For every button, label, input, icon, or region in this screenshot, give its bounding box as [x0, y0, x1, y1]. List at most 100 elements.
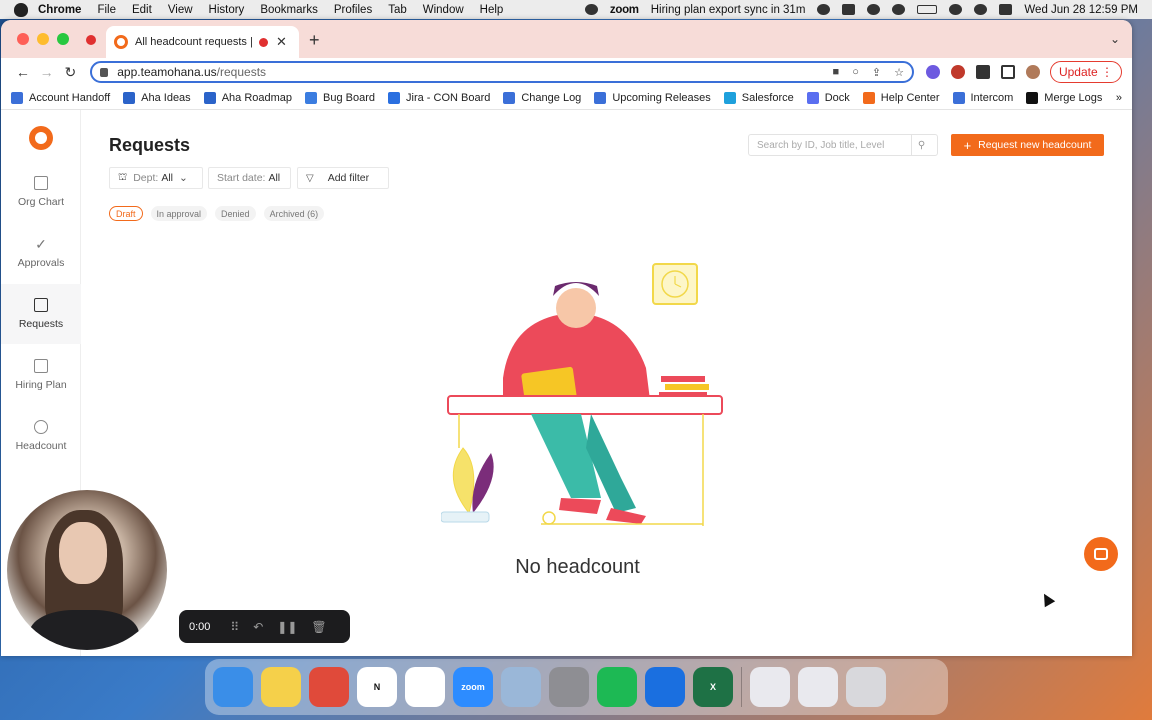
bookmark-item[interactable]: Change Log	[503, 91, 581, 104]
menu-profiles[interactable]: Profiles	[334, 4, 372, 16]
tab-requests[interactable]: All headcount requests | Te ✕	[106, 26, 299, 58]
dock-excel-icon[interactable]: X	[693, 667, 733, 707]
menu-history[interactable]: History	[209, 4, 245, 16]
battery-icon[interactable]	[917, 5, 938, 14]
menu-window[interactable]: Window	[423, 4, 464, 16]
bookmark-label: Salesforce	[741, 91, 794, 104]
status-tab-draft[interactable]: Draft	[109, 206, 143, 221]
shield-icon[interactable]	[817, 4, 831, 15]
bookmark-favicon-icon	[1026, 91, 1039, 104]
puzzle-icon[interactable]	[975, 65, 990, 79]
bookmark-item[interactable]: Merge Logs	[1026, 91, 1102, 104]
zoom-lens-icon[interactable]: ○	[852, 66, 859, 79]
intercom-chat-button[interactable]	[1084, 537, 1118, 571]
bookmark-item[interactable]: Upcoming Releases	[594, 91, 711, 104]
menu-help[interactable]: Help	[480, 4, 504, 16]
tab-search-chevron-icon[interactable]: ⌄	[1110, 32, 1120, 46]
close-window-button[interactable]	[17, 33, 29, 45]
dept-filter[interactable]: ⛫ Dept: All ⌄	[109, 167, 203, 189]
address-bar[interactable]: app.teamohana.us/requests ■ ○ ⇪ ☆	[90, 61, 914, 83]
control-center-icon[interactable]	[999, 4, 1013, 15]
bookmarks-overflow-icon[interactable]: »	[1116, 92, 1122, 104]
camera-icon[interactable]: ■	[833, 66, 840, 79]
reminder-notification[interactable]: Hiring plan export sync in 31m	[651, 4, 806, 16]
bookmark-item[interactable]: Bug Board	[305, 91, 375, 104]
chrome-update-button[interactable]: Update ⋮	[1049, 61, 1122, 83]
share-icon[interactable]: ⇪	[872, 66, 881, 79]
search-input[interactable]	[749, 139, 911, 151]
bookmark-item[interactable]: Jira - CON Board	[388, 91, 490, 104]
s-app-icon[interactable]	[842, 4, 856, 15]
spotlight-search-icon[interactable]	[974, 4, 988, 15]
sidebar-item-hiring-plan[interactable]: Hiring Plan	[1, 345, 81, 405]
menu-tab[interactable]: Tab	[388, 4, 407, 16]
side-panel-icon[interactable]	[1000, 65, 1015, 79]
menubar-clock[interactable]: Wed Jun 28 12:59 PM	[1024, 4, 1138, 16]
menu-file[interactable]: File	[97, 4, 116, 16]
menu-bookmarks[interactable]: Bookmarks	[260, 4, 318, 16]
extension-icon[interactable]	[925, 65, 940, 79]
chat-icon	[1094, 548, 1108, 560]
wifi-icon[interactable]	[949, 4, 963, 15]
dock-chrome-icon[interactable]	[309, 667, 349, 707]
undo-icon[interactable]: ↶	[253, 620, 263, 634]
dock-slack-icon[interactable]	[405, 667, 445, 707]
sidebar-item-requests[interactable]: Requests	[1, 284, 81, 344]
status-tab-archived[interactable]: Archived (6)	[263, 206, 325, 221]
main-content: Requests ⚲ + Request new headcount ⛫ Dep…	[81, 110, 1132, 656]
group-icon[interactable]	[867, 4, 881, 15]
bookmark-item[interactable]: Account Handoff	[11, 91, 110, 104]
drag-handle-icon[interactable]: ⠿	[230, 620, 239, 634]
new-tab-button[interactable]: +	[309, 30, 320, 51]
dock-finder-icon[interactable]	[213, 667, 253, 707]
dock-notes-icon[interactable]	[261, 667, 301, 707]
start-date-filter[interactable]: Start date: All	[208, 167, 291, 189]
apple-icon[interactable]	[14, 2, 28, 17]
play-icon[interactable]	[892, 4, 906, 15]
dock-chrome-app-icon[interactable]	[750, 667, 790, 707]
bookmark-item[interactable]: Dock	[806, 91, 850, 104]
webcam-bubble[interactable]	[7, 490, 167, 650]
bookmark-item[interactable]: Help Center	[862, 91, 940, 104]
search-icon[interactable]: ⚲	[911, 135, 931, 155]
maximize-window-button[interactable]	[57, 33, 69, 45]
dock-notion-icon[interactable]: N	[357, 667, 397, 707]
dock-trash-icon[interactable]	[846, 667, 886, 707]
dock-chrome-shortcut-icon[interactable]	[798, 667, 838, 707]
trash-icon[interactable]: 🗑	[311, 620, 326, 634]
pause-icon[interactable]: ❚❚	[277, 620, 297, 634]
browser-toolbar: ← → ↻ app.teamohana.us/requests ■ ○ ⇪ ☆ …	[1, 58, 1132, 86]
status-tab-in-approval[interactable]: In approval	[150, 206, 208, 221]
status-tab-denied[interactable]: Denied	[215, 206, 256, 221]
extension-red-icon[interactable]	[950, 65, 965, 79]
zoom-menubar-label[interactable]: zoom	[610, 4, 639, 16]
bookmark-item[interactable]: Salesforce	[723, 91, 794, 104]
dock-spotify-icon[interactable]	[597, 667, 637, 707]
add-filter-button[interactable]: ▽ Add filter	[297, 167, 389, 189]
dock-system-settings-icon[interactable]	[549, 667, 589, 707]
sidebar-item-headcount[interactable]: Headcount	[1, 406, 81, 466]
dock-directory-icon[interactable]	[645, 667, 685, 707]
sidebar-item-approvals[interactable]: ✓ Approvals	[1, 223, 81, 283]
request-new-headcount-button[interactable]: + Request new headcount	[951, 134, 1104, 156]
menu-edit[interactable]: Edit	[132, 4, 152, 16]
dock-preview-icon[interactable]	[501, 667, 541, 707]
menu-app-name[interactable]: Chrome	[38, 4, 81, 16]
minimize-window-button[interactable]	[37, 33, 49, 45]
close-tab-icon[interactable]: ✕	[276, 34, 287, 50]
reload-button[interactable]: ↻	[59, 64, 83, 81]
bookmark-star-icon[interactable]: ☆	[894, 66, 904, 79]
ohana-logo-icon[interactable]	[29, 126, 53, 150]
sidebar-item-org-chart[interactable]: Org Chart	[1, 162, 81, 222]
back-button[interactable]: ←	[11, 64, 35, 80]
presenter-face	[59, 522, 107, 584]
bookmark-item[interactable]: Aha Ideas	[123, 91, 191, 104]
menu-view[interactable]: View	[168, 4, 193, 16]
lock-icon[interactable]	[100, 67, 109, 77]
dock-zoom-icon[interactable]: zoom	[453, 667, 493, 707]
bookmark-item[interactable]: Aha Roadmap	[203, 91, 292, 104]
microphone-icon[interactable]	[584, 4, 598, 15]
bookmark-item[interactable]: Intercom	[952, 91, 1013, 104]
profile-avatar-icon[interactable]	[1025, 65, 1040, 79]
forward-button[interactable]: →	[35, 64, 59, 80]
